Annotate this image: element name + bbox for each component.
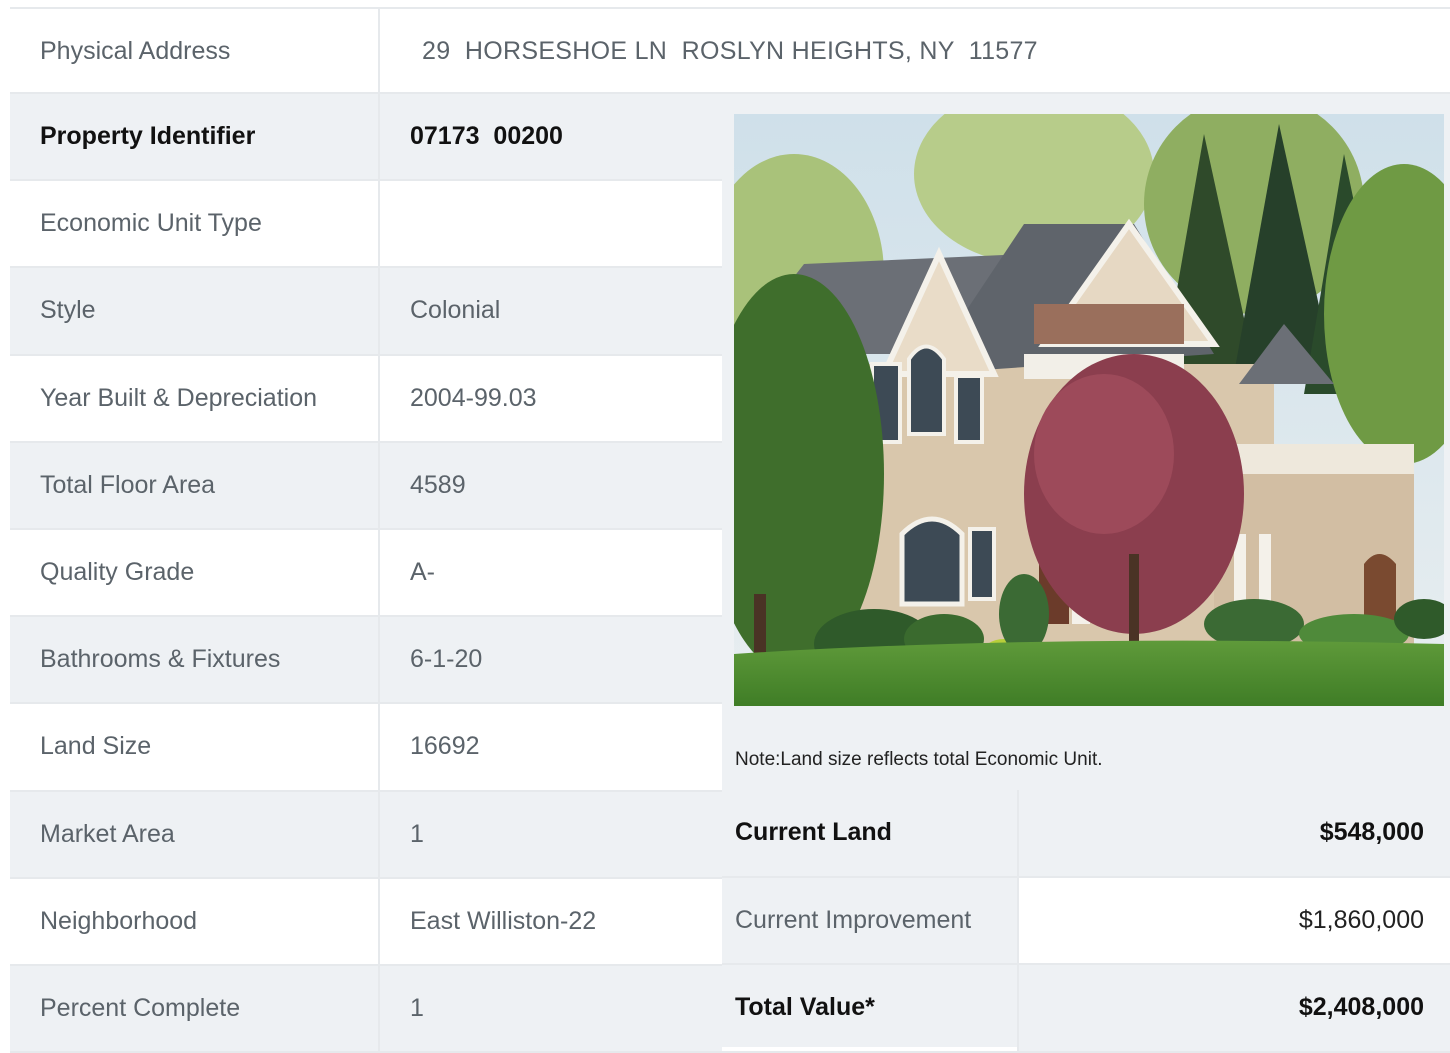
detail-value: 1 [410,819,424,848]
detail-value: A- [410,558,435,587]
detail-value: 16692 [410,732,480,761]
photo-and-valuation-panel: Note:Land size reflects total Economic U… [722,94,1450,1053]
detail-label: Style [10,268,380,354]
valuation-value: $1,860,000 [1017,877,1450,963]
detail-row-property-identifier: Property Identifier 07173 00200 [10,94,722,182]
detail-label: Quality Grade [10,529,380,616]
detail-value: 1 [410,993,424,1022]
detail-value: 4589 [410,470,466,499]
valuation-row-total-value: Total Value* $2,408,000 [722,965,1450,1053]
detail-label: Economic Unit Type [10,181,380,267]
valuation-label: Current Land [735,818,892,847]
detail-label: Neighborhood [10,878,380,964]
detail-label: Percent Complete [10,965,380,1052]
valuation-row-current-land: Current Land $548,000 [722,790,1450,878]
valuation-row-current-improvement: Current Improvement $1,860,000 [722,877,1450,965]
detail-row-market-area: Market Area 1 [10,791,722,879]
detail-row-total-floor-area: Total Floor Area 4589 [10,442,722,530]
detail-label: Market Area [10,791,380,877]
address-label: Physical Address [10,9,380,94]
detail-row-percent-complete: Percent Complete 1 [10,965,722,1053]
detail-row-style: Style Colonial [10,268,722,356]
valuation-value: $548,000 [1017,790,1450,876]
detail-row-bathrooms: Bathrooms & Fixtures 6-1-20 [10,617,722,705]
property-details-table: Property Identifier 07173 00200 Economic… [10,94,722,1053]
address-row: Physical Address 29 HORSESHOE LN ROSLYN … [10,7,1450,94]
detail-value: East Williston-22 [410,906,597,935]
detail-row-quality-grade: Quality Grade A- [10,529,722,618]
detail-label: Total Floor Area [10,442,380,528]
detail-label: Land Size [10,704,380,790]
detail-value [380,181,722,266]
detail-value: 6-1-20 [410,645,483,674]
detail-label: Year Built & Depreciation [10,355,380,441]
valuation-label: Current Improvement [735,905,972,934]
land-size-note: Note:Land size reflects total Economic U… [735,749,1103,770]
detail-row-year-built: Year Built & Depreciation 2004-99.03 [10,355,722,443]
detail-row-neighborhood: Neighborhood East Williston-22 [10,878,722,966]
detail-label: Property Identifier [10,94,380,180]
detail-label: Bathrooms & Fixtures [10,617,380,703]
valuation-table: Current Land $548,000 Current Improvemen… [722,790,1450,1053]
detail-value: Colonial [410,296,501,325]
property-photo [734,114,1444,706]
detail-row-land-size: Land Size 16692 [10,704,722,792]
valuation-label: Total Value* [735,993,875,1022]
valuation-value: $2,408,000 [1017,965,1450,1051]
address-value: 29 HORSESHOE LN ROSLYN HEIGHTS, NY 11577 [422,37,1038,65]
detail-row-economic-unit-type: Economic Unit Type [10,181,722,269]
detail-value: 2004-99.03 [410,383,537,412]
detail-value: 07173 00200 [410,122,563,151]
